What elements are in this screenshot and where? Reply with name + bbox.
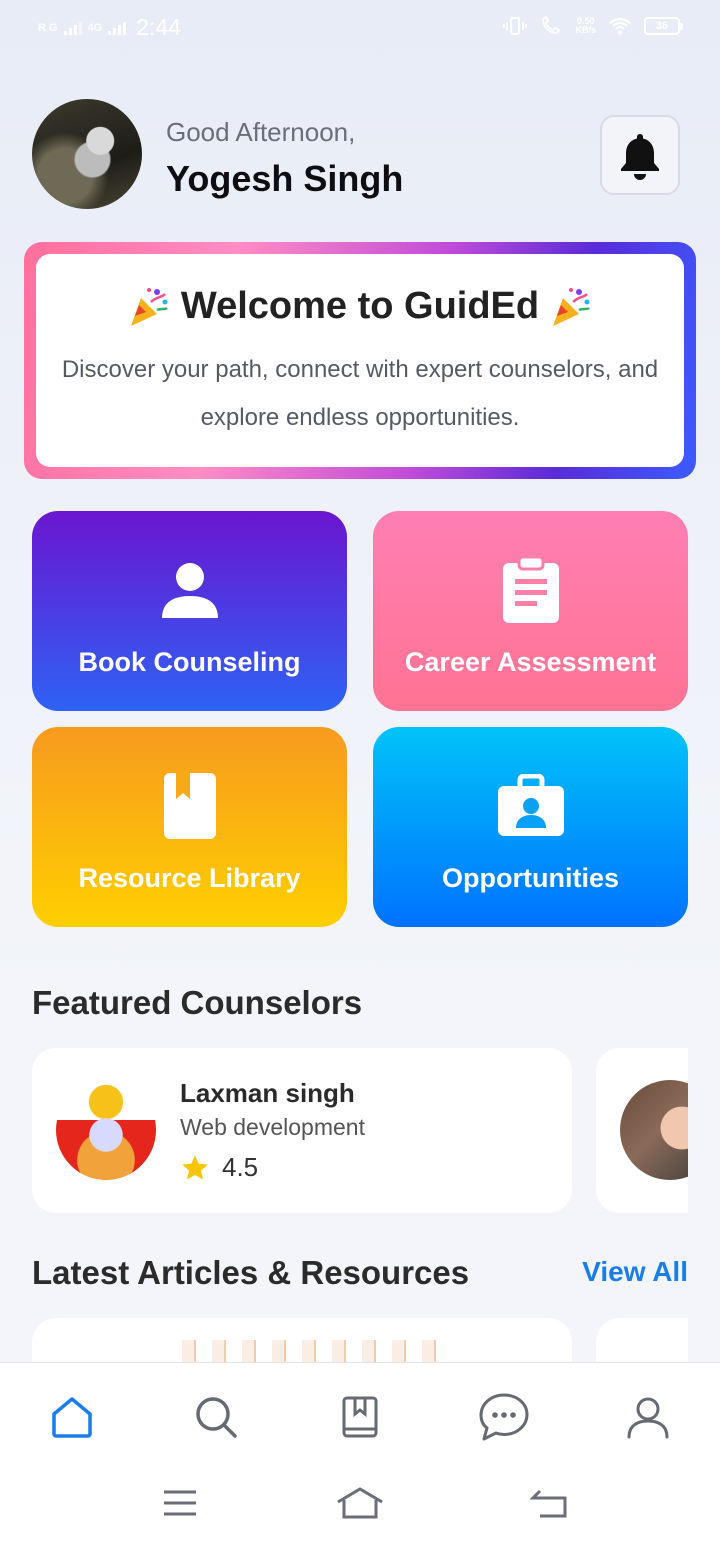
featured-counselors-title: Featured Counselors — [32, 984, 363, 1021]
book-counseling-tile[interactable]: Book Counseling — [32, 511, 347, 711]
bell-icon — [621, 134, 659, 180]
signal-icon-2 — [108, 21, 127, 35]
speed-unit: KB/s — [575, 25, 596, 35]
network-label: R G — [38, 21, 58, 34]
nav-chat[interactable] — [474, 1387, 534, 1447]
book-counseling-label: Book Counseling — [78, 647, 301, 677]
person-icon — [155, 555, 225, 625]
nav-search[interactable] — [186, 1387, 246, 1447]
status-left: R G 4G 2:44 — [38, 14, 181, 41]
articles-title: Latest Articles & Resources — [32, 1254, 470, 1291]
network-4g-label: 4G — [87, 21, 103, 34]
app-screen: R G 4G 2:44 0.50 KB/s 36 Good Afternoon, … — [0, 0, 720, 1544]
wifi-icon — [609, 18, 631, 35]
bottom-nav — [0, 1362, 720, 1544]
clipboard-icon — [496, 555, 566, 625]
star-icon — [182, 1155, 208, 1179]
user-avatar[interactable] — [32, 99, 142, 209]
status-right: 0.50 KB/s 36 — [503, 16, 683, 36]
signal-icon — [63, 21, 82, 35]
notification-button[interactable] — [600, 115, 680, 195]
counselor-avatar-partial — [620, 1080, 688, 1180]
opportunities-tile[interactable]: Opportunities — [373, 727, 688, 927]
nav-profile[interactable] — [618, 1387, 678, 1447]
user-name: Yogesh Singh — [166, 158, 404, 199]
nav-library[interactable] — [330, 1387, 390, 1447]
library-icon — [342, 1396, 378, 1438]
menu-icon — [164, 1490, 196, 1516]
profile-icon — [627, 1397, 669, 1439]
search-icon — [196, 1397, 237, 1438]
data-speed: 0.50 KB/s — [575, 17, 596, 35]
career-assessment-label: Career Assessment — [404, 647, 657, 677]
greeting-text: Good Afternoon, — [166, 117, 356, 147]
clock: 2:44 — [136, 14, 182, 40]
call-wifi-icon — [542, 16, 561, 34]
counselor-rating: 4.5 — [180, 1152, 258, 1183]
system-home-button[interactable] — [335, 1483, 385, 1523]
nav-home[interactable] — [42, 1387, 102, 1447]
system-back-button[interactable] — [525, 1483, 575, 1523]
welcome-card: Welcome to GuidEd Discover your path, co… — [36, 254, 684, 467]
opportunities-label: Opportunities — [442, 863, 619, 893]
counselor-avatar — [56, 1080, 156, 1180]
party-popper-icon — [553, 288, 590, 326]
battery-icon: 36 — [644, 17, 683, 35]
resource-library-tile[interactable]: Resource Library — [32, 727, 347, 927]
counselor-name: Laxman singh — [180, 1078, 355, 1108]
home-icon — [52, 1397, 92, 1438]
career-assessment-tile[interactable]: Career Assessment — [373, 511, 688, 711]
counselor-card[interactable]: Laxman singh Web development 4.5 — [32, 1048, 572, 1213]
welcome-banner: Welcome to GuidEd Discover your path, co… — [24, 242, 696, 479]
system-menu-button[interactable] — [155, 1483, 205, 1523]
home-icon — [337, 1487, 383, 1519]
welcome-title: Welcome to GuidEd — [180, 284, 540, 327]
briefcase-icon — [496, 771, 566, 841]
counselor-card-partial[interactable] — [596, 1048, 688, 1213]
chat-icon — [479, 1393, 529, 1441]
back-icon — [530, 1489, 567, 1518]
bookmark-book-icon — [155, 771, 225, 841]
resource-library-label: Resource Library — [78, 863, 301, 893]
counselor-specialty: Web development — [180, 1114, 365, 1140]
rating-value: 4.5 — [222, 1152, 259, 1182]
party-popper-icon — [130, 288, 168, 326]
status-bar: R G 4G 2:44 0.50 KB/s 36 — [0, 0, 720, 56]
welcome-title-row: Welcome to GuidEd — [36, 284, 684, 328]
view-all-link[interactable]: View All — [582, 1256, 688, 1288]
welcome-subtitle: Discover your path, connect with expert … — [61, 356, 659, 431]
vibrate-icon — [503, 17, 528, 35]
